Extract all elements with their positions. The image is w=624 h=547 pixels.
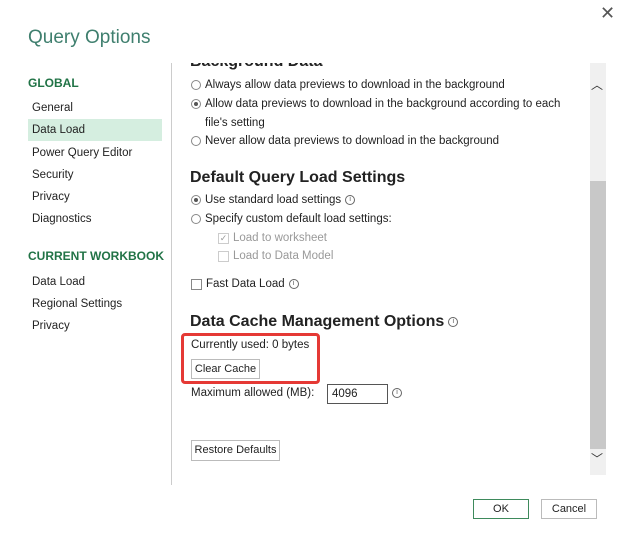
default-load-heading: Default Query Load Settings bbox=[190, 169, 406, 186]
checkbox-label: Load to worksheet bbox=[233, 232, 327, 244]
global-heading: GLOBAL bbox=[28, 76, 79, 90]
ok-button[interactable]: OK bbox=[473, 499, 529, 519]
radio-per-file-continued: file's setting bbox=[205, 117, 265, 129]
radio-label: Use standard load settings bbox=[205, 194, 342, 206]
sidebar-item-general[interactable]: General bbox=[28, 97, 162, 119]
content-pane: Background Data Always allow data previe… bbox=[171, 63, 591, 485]
sidebar-item-power-query-editor[interactable]: Power Query Editor bbox=[28, 142, 162, 164]
cancel-button[interactable]: Cancel bbox=[541, 499, 597, 519]
checkbox-label: Fast Data Load bbox=[206, 278, 285, 290]
close-icon[interactable]: ✕ bbox=[600, 3, 615, 24]
scroll-down-icon[interactable]: ﹀ bbox=[591, 450, 603, 467]
radio-icon bbox=[191, 80, 201, 90]
radio-per-file[interactable]: Allow data previews to download in the b… bbox=[191, 98, 560, 110]
sidebar-item-data-load[interactable]: Data Load bbox=[28, 119, 162, 141]
data-cache-heading: Data Cache Management Options i bbox=[190, 313, 459, 331]
radio-label: Allow data previews to download in the b… bbox=[205, 98, 561, 110]
radio-standard-load[interactable]: Use standard load settings i bbox=[191, 194, 356, 206]
radio-label: Never allow data previews to download in… bbox=[205, 135, 500, 147]
workbook-heading: CURRENT WORKBOOK bbox=[28, 249, 164, 263]
clear-cache-button[interactable]: Clear Cache bbox=[191, 359, 260, 379]
sidebar-item-diagnostics[interactable]: Diagnostics bbox=[28, 208, 162, 230]
radio-label: file's setting bbox=[205, 117, 265, 129]
radio-icon bbox=[191, 136, 201, 146]
info-icon[interactable]: i bbox=[448, 317, 459, 327]
radio-selected-icon bbox=[191, 195, 201, 205]
radio-custom-load[interactable]: Specify custom default load settings: bbox=[191, 213, 392, 225]
radio-icon bbox=[191, 214, 201, 224]
radio-always[interactable]: Always allow data previews to download i… bbox=[191, 79, 505, 91]
info-icon[interactable]: i bbox=[392, 388, 402, 398]
sidebar-item-privacy[interactable]: Privacy bbox=[28, 186, 162, 208]
checkbox-label: Load to Data Model bbox=[233, 250, 334, 262]
sidebar-item-regional-settings[interactable]: Regional Settings bbox=[28, 293, 162, 315]
radio-never[interactable]: Never allow data previews to download in… bbox=[191, 135, 499, 147]
currently-used-text: Currently used: 0 bytes bbox=[191, 339, 310, 351]
radio-label: Specify custom default load settings: bbox=[205, 213, 392, 225]
radio-label: Always allow data previews to download i… bbox=[205, 79, 505, 91]
info-icon[interactable]: i bbox=[345, 195, 356, 205]
checkbox-load-data-model: Load to Data Model bbox=[218, 250, 333, 262]
checkbox-icon bbox=[218, 250, 229, 262]
max-allowed-label: Maximum allowed (MB): bbox=[191, 387, 315, 399]
radio-selected-icon bbox=[191, 99, 201, 109]
restore-defaults-button[interactable]: Restore Defaults bbox=[191, 440, 280, 461]
scrollbar-thumb[interactable] bbox=[590, 181, 606, 449]
sidebar-item-security[interactable]: Security bbox=[28, 164, 162, 186]
background-data-heading: Background Data bbox=[190, 63, 322, 71]
sidebar-item-wb-privacy[interactable]: Privacy bbox=[28, 315, 162, 337]
sidebar-item-wb-data-load[interactable]: Data Load bbox=[28, 271, 162, 293]
info-icon[interactable]: i bbox=[288, 279, 299, 289]
heading-text: Data Cache Management Options bbox=[190, 313, 445, 330]
checkmark-icon: ✓ bbox=[218, 232, 229, 244]
max-allowed-input[interactable]: 4096 bbox=[327, 384, 388, 404]
checkbox-icon bbox=[191, 278, 202, 290]
checkbox-fast-data-load[interactable]: Fast Data Load i bbox=[191, 278, 299, 290]
scroll-up-icon[interactable]: ︿ bbox=[591, 76, 603, 93]
dialog-title: Query Options bbox=[28, 27, 151, 48]
checkbox-load-worksheet: ✓ Load to worksheet bbox=[218, 232, 327, 244]
